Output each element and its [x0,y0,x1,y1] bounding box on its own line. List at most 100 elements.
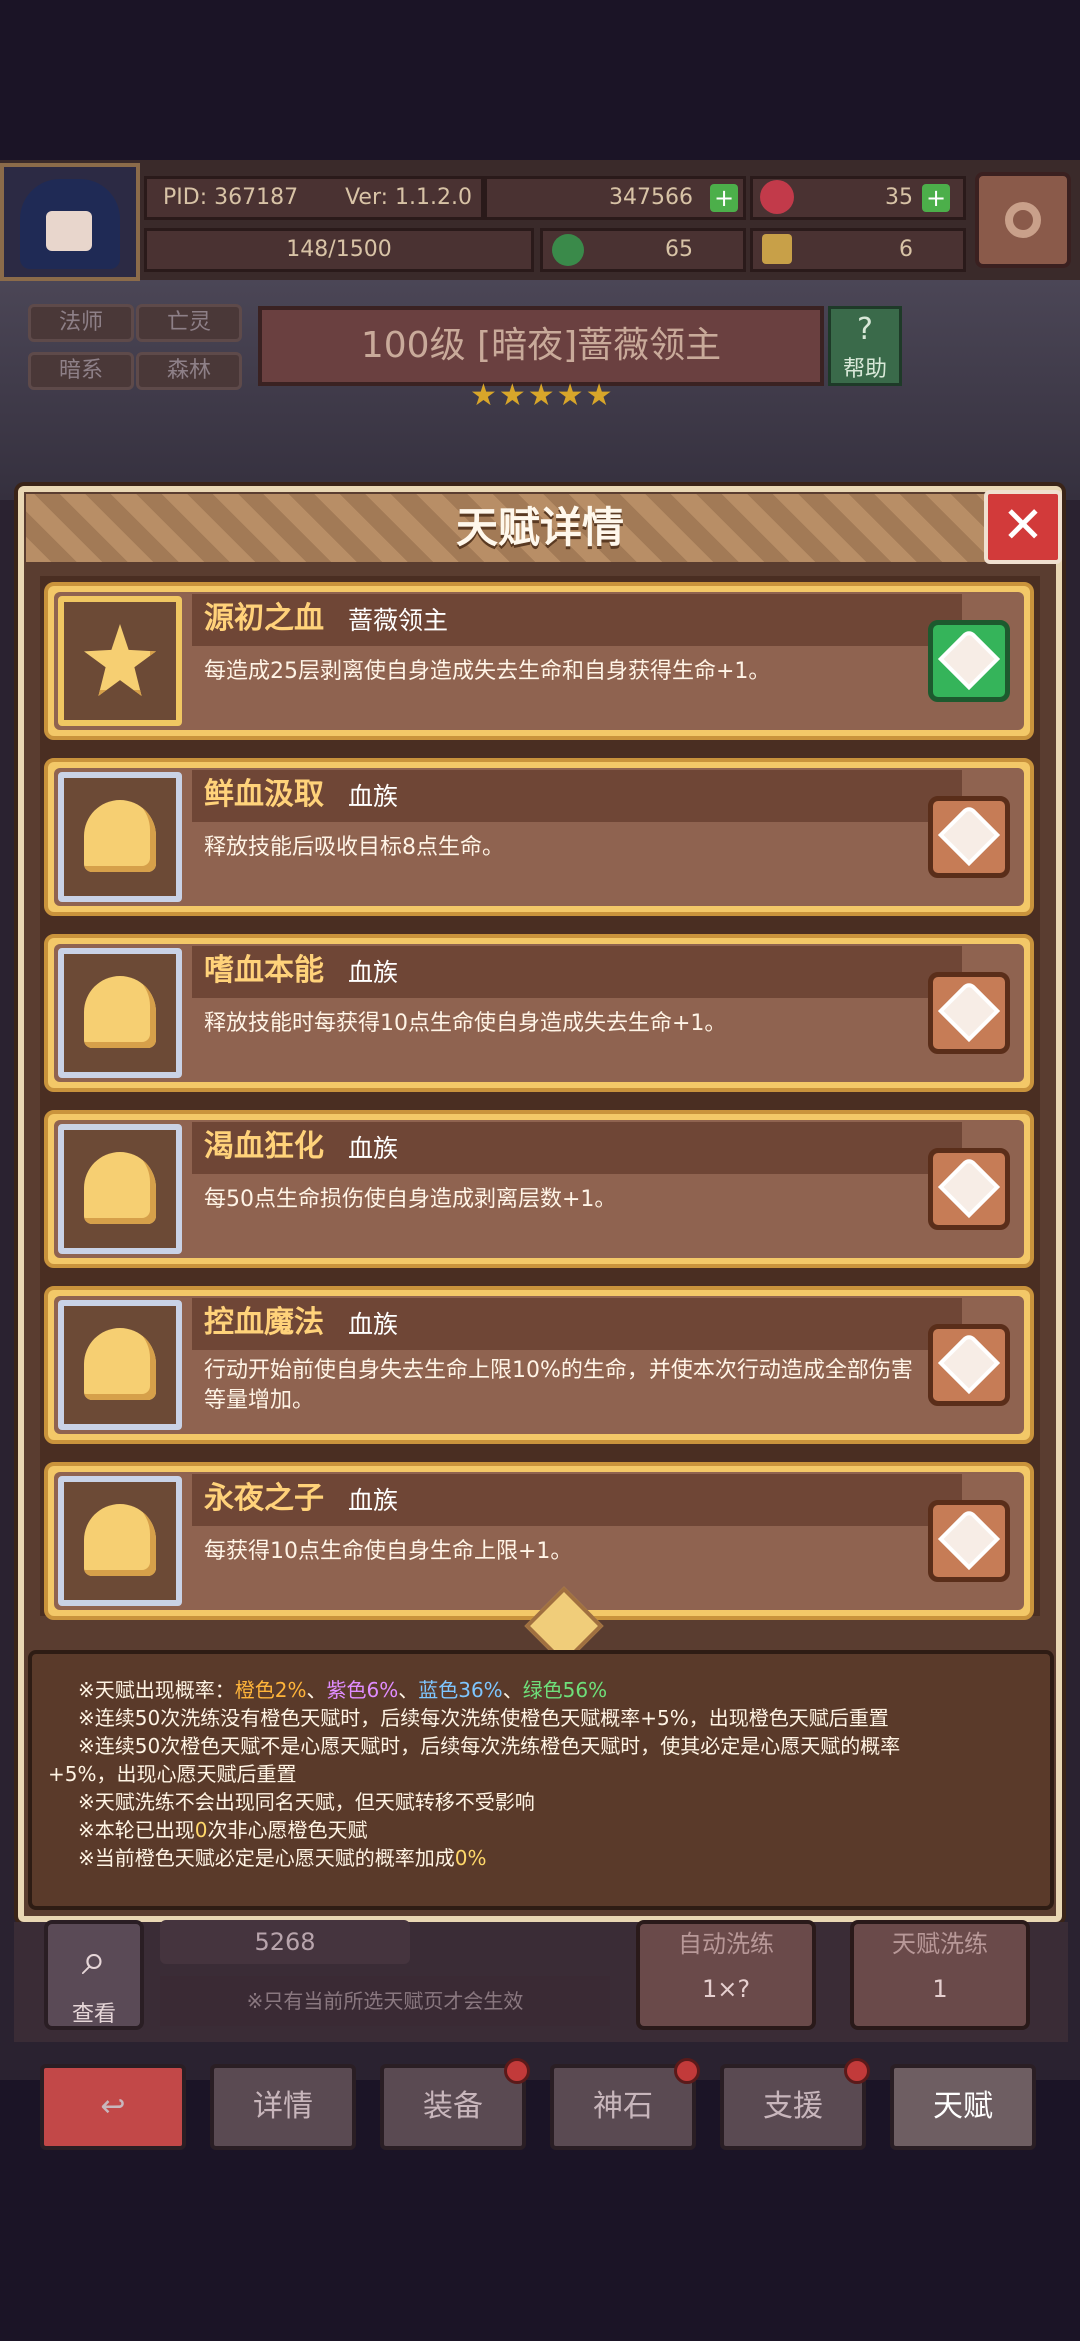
potion-counter: 5268 [160,1920,410,1964]
note-line: ※连续50次橙色天赋不是心愿天赋时，后续每次洗练橙色天赋时，使其必定是心愿天赋的… [78,1734,901,1758]
sep: 、 [398,1678,419,1702]
prob-blue: 蓝色36% [418,1678,503,1702]
talent-reroll-label: 天赋洗练 [892,1930,988,1958]
talent-desc: 行动开始前使自身失去生命上限10%的生命，并使本次行动造成全部伤害等量增加。 [204,1358,913,1413]
talent-card[interactable]: 渴血狂化 血族 每50点生命损伤使自身造成剥离层数+1。 [44,1110,1034,1268]
note-line: ※本轮已出现0次非心愿橙色天赋 [78,1816,1058,1844]
note-line: ※连续50次洗练没有橙色天赋时，后续每次洗练使橙色天赋概率+5%，出现橙色天赋后… [78,1706,889,1730]
sep: 、 [502,1678,523,1702]
talent-blob-icon [58,1124,182,1254]
prob-green: 绿色56% [522,1678,608,1702]
auto-reroll-button[interactable]: 自动洗练 1×? [636,1920,816,2030]
talent-tribe: 蔷薇领主 [348,606,449,635]
add-gem-icon[interactable]: + [922,184,950,212]
gold-value: 347566 [609,185,693,210]
pid-panel: PID: 367187 Ver: 1.1.2.0 [144,176,484,220]
help-button[interactable]: ? 帮助 [828,306,902,386]
nav-details[interactable]: 详情 [210,2064,356,2150]
note-text: 次非心愿橙色天赋 [207,1818,368,1842]
wish-heart-button[interactable] [928,796,1010,878]
hero-title: 100级 [暗夜]蔷薇领主 [258,306,824,386]
nav-equipment[interactable]: 装备 [380,2058,530,2150]
magnifier-icon: ⌕ [81,1934,107,1985]
key-value: 6 [899,237,913,262]
talent-reroll-cost: 1 [932,1975,948,2003]
nav-label: 装备 [423,2089,483,2124]
heart-icon [937,1155,1001,1219]
add-gold-icon[interactable]: + [710,184,738,212]
talent-card[interactable]: 嗜血本能 血族 释放技能时每获得10点生命使自身造成失去生命+1。 [44,934,1034,1092]
pid-text: PID: 367187 [163,185,299,210]
talent-name: 永夜之子 [204,1481,324,1516]
note-prob-prefix: ※天赋出现概率： [78,1678,235,1702]
tag-class: 法师 [28,304,134,342]
non-wish-count: 0 [194,1818,208,1842]
exp-value: 148/1500 [286,237,392,262]
tag-element: 暗系 [28,352,134,390]
talent-name: 控血魔法 [204,1305,324,1340]
talent-name: 源初之血 [204,601,324,636]
potion-count: 5268 [254,1928,316,1956]
nav-support[interactable]: 支援 [720,2058,870,2150]
wish-heart-button[interactable] [928,620,1010,702]
talent-desc: 每获得10点生命使自身生命上限+1。 [204,1539,573,1564]
tag-race: 亡灵 [136,304,242,342]
talent-card[interactable]: 永夜之子 血族 每获得10点生命使自身生命上限+1。 [44,1462,1034,1620]
back-arrow-icon: ↩ [100,2089,126,2124]
nav-label: 支援 [763,2089,823,2124]
modal-title: 天赋详情 [455,503,624,552]
settings-button[interactable] [975,172,1071,268]
heart-icon [937,803,1001,867]
prob-purple: 紫色6% [326,1678,399,1702]
talent-tribe: 血族 [348,782,399,811]
talent-tribe: 血族 [348,958,399,987]
talent-desc: 释放技能后吸收目标8点生命。 [204,835,504,860]
talent-reroll-button[interactable]: 天赋洗练 1 [850,1920,1030,2030]
auto-reroll-cost: 1×? [701,1975,751,2003]
gem-value: 35 [885,185,913,210]
tag-region: 森林 [136,352,242,390]
notes-panel: ※天赋出现概率：橙色2%、紫色6%、蓝色36%、绿色56% ※连续50次洗练没有… [28,1650,1054,1910]
talent-card[interactable]: 鲜血汲取 血族 释放技能后吸收目标8点生命。 [44,758,1034,916]
talent-blob-icon [58,772,182,902]
clover-icon [552,234,584,266]
gold-counter: 347566 [484,176,746,220]
note-text: ※当前橙色天赋必定是心愿天赋的概率加成 [78,1846,455,1870]
nav-label: 详情 [253,2089,313,2124]
nav-label: 神石 [593,2089,653,2124]
back-button[interactable]: ↩ [40,2064,186,2150]
question-icon: ? [857,312,873,347]
talent-card[interactable]: 控血魔法 血族 行动开始前使自身失去生命上限10%的生命，并使本次行动造成全部伤… [44,1286,1034,1444]
heart-icon [937,1331,1001,1395]
view-button[interactable]: ⌕ 查看 [44,1920,144,2030]
wish-heart-button[interactable] [928,1500,1010,1582]
close-button[interactable]: ✕ [984,490,1062,564]
talent-blob-icon [58,948,182,1078]
avatar[interactable] [0,163,140,281]
talent-blob-icon [58,1476,182,1606]
wish-heart-button[interactable] [928,972,1010,1054]
wish-heart-button[interactable] [928,1324,1010,1406]
nav-godstone[interactable]: 神石 [550,2058,700,2150]
key-icon [762,234,792,264]
talent-desc: 释放技能时每获得10点生命使自身造成失去生命+1。 [204,1011,727,1036]
talent-name: 渴血狂化 [204,1129,324,1164]
note-line: ※天赋洗练不会出现同名天赋，但天赋转移不受影响 [78,1790,535,1814]
talent-name: 嗜血本能 [204,953,324,988]
talent-tribe: 血族 [348,1486,399,1515]
note-line: +5%，出现心愿天赋后重置 [48,1762,297,1786]
talent-star-icon [58,596,182,726]
heart-icon [937,627,1001,691]
talent-name: 鲜血汲取 [204,777,324,812]
talent-card[interactable]: 源初之血 蔷薇领主 每造成25层剥离使自身造成失去生命和自身获得生命+1。 [44,582,1034,740]
auto-reroll-label: 自动洗练 [678,1930,774,1958]
clover-value: 65 [665,237,693,262]
heart-icon [937,1507,1001,1571]
talent-desc: 每造成25层剥离使自身造成失去生命和自身获得生命+1。 [204,659,771,684]
close-icon: ✕ [1002,496,1044,554]
note-text: ※本轮已出现 [78,1818,195,1842]
nav-talent[interactable]: 天赋 [890,2064,1036,2150]
notification-dot [674,2058,700,2084]
notification-dot [504,2058,530,2084]
wish-heart-button[interactable] [928,1148,1010,1230]
